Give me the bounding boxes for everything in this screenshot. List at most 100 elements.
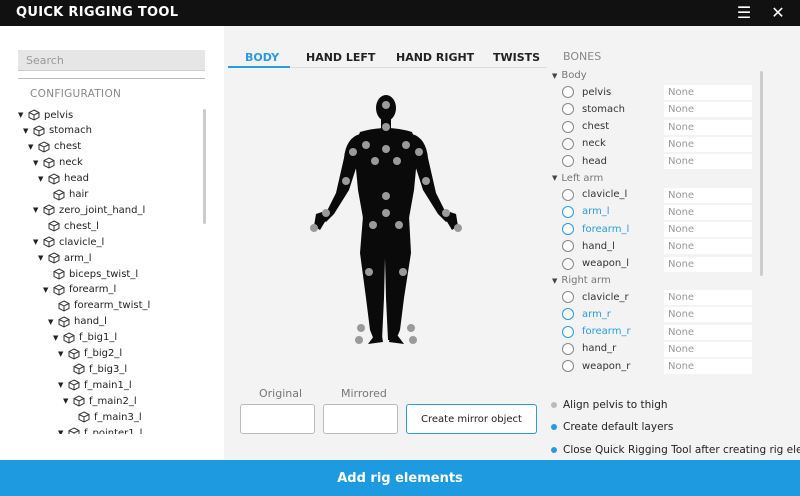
expand-arrow-icon[interactable]: ▼: [33, 159, 43, 167]
expand-arrow-icon[interactable]: ▼: [38, 175, 48, 183]
expand-arrow-icon[interactable]: ▼: [38, 254, 48, 262]
expand-arrow-icon[interactable]: ▼: [43, 286, 53, 294]
tab-hand-right[interactable]: HAND RIGHT: [396, 51, 474, 64]
bone-value-field[interactable]: None: [664, 341, 752, 357]
bone-value-field[interactable]: None: [664, 85, 752, 100]
bone-radio[interactable]: [562, 155, 574, 168]
bone-value-field[interactable]: None: [664, 307, 752, 323]
bone-radio[interactable]: [562, 342, 574, 355]
bone-value-field[interactable]: None: [664, 204, 752, 220]
tree-item-clavicle-l[interactable]: ▼ clavicle_l: [33, 234, 104, 250]
tree-item-pelvis[interactable]: ▼ pelvis: [18, 107, 73, 123]
option-close-tool[interactable]: Close Quick Rigging Tool after creating …: [551, 444, 800, 456]
bone-group-body[interactable]: ▼ Body: [552, 70, 587, 81]
bone-value-field[interactable]: None: [664, 239, 752, 255]
expand-arrow-icon[interactable]: ▼: [28, 143, 38, 151]
tree-item-f-main1-l[interactable]: ▼ f_main1_l: [58, 377, 132, 393]
bone-value-field[interactable]: None: [664, 119, 752, 135]
tree-item-biceps-twist-l[interactable]: biceps_twist_l: [43, 266, 138, 282]
bone-radio[interactable]: [562, 86, 574, 98]
tab-twists[interactable]: TWISTS: [493, 51, 540, 64]
tree-item-f-big2-l[interactable]: ▼ f_big2_l: [58, 346, 122, 362]
expand-arrow-icon[interactable]: ▼: [33, 238, 43, 246]
bone-radio[interactable]: [562, 257, 574, 270]
bone-arm-r[interactable]: arm_r: [562, 306, 611, 322]
option-align-pelvis[interactable]: Align pelvis to thigh: [551, 399, 668, 411]
bone-value-field[interactable]: None: [664, 324, 752, 340]
bone-weapon-l[interactable]: weapon_l: [562, 256, 629, 272]
bone-chest[interactable]: chest: [562, 119, 609, 135]
bone-value-field[interactable]: None: [664, 256, 752, 272]
bone-radio[interactable]: [562, 325, 574, 338]
tree-item-f-big3-l[interactable]: f_big3_l: [63, 361, 127, 377]
bone-value-field[interactable]: None: [664, 154, 752, 170]
menu-icon[interactable]: ☰: [734, 3, 754, 23]
tree-item-f-pointer1-l[interactable]: ▼ f_pointer1_l: [58, 425, 142, 434]
tree-item-neck[interactable]: ▼ neck: [33, 155, 83, 171]
tree-item-f-main2-l[interactable]: ▼ f_main2_l: [63, 393, 137, 409]
tree-item-zero-joint-hand-l[interactable]: ▼ zero_joint_hand_l: [33, 202, 145, 218]
close-icon[interactable]: ✕: [768, 3, 788, 23]
bone-value-field[interactable]: None: [664, 290, 752, 305]
bone-clavicle-l[interactable]: clavicle_l: [562, 187, 627, 203]
bone-value-field[interactable]: None: [664, 187, 752, 203]
tree-item-chest[interactable]: ▼ chest: [28, 139, 81, 155]
expand-arrow-icon[interactable]: ▼: [53, 334, 63, 342]
bone-value-field[interactable]: None: [664, 359, 752, 375]
bone-pelvis[interactable]: pelvis: [562, 84, 611, 100]
expand-arrow-icon[interactable]: ▼: [33, 206, 43, 214]
expand-arrow-icon[interactable]: ▼: [58, 429, 68, 434]
mirrored-field[interactable]: [323, 404, 398, 434]
expand-arrow-icon[interactable]: ▼: [552, 174, 557, 182]
original-field[interactable]: [240, 404, 315, 434]
bones-scrollbar[interactable]: [760, 71, 763, 276]
bone-neck[interactable]: neck: [562, 136, 606, 152]
tree-item-head[interactable]: ▼ head: [38, 171, 89, 187]
bone-hand-l[interactable]: hand_l: [562, 238, 615, 254]
option-create-layers[interactable]: Create default layers: [551, 421, 673, 433]
bone-stomach[interactable]: stomach: [562, 101, 625, 117]
expand-arrow-icon[interactable]: ▼: [23, 127, 33, 135]
expand-arrow-icon[interactable]: ▼: [63, 397, 73, 405]
tree-scrollbar[interactable]: [203, 109, 206, 224]
tree-item-hair[interactable]: hair: [43, 187, 88, 203]
bone-weapon-r[interactable]: weapon_r: [562, 358, 630, 374]
bone-radio[interactable]: [562, 240, 574, 253]
expand-arrow-icon[interactable]: ▼: [552, 72, 557, 80]
bone-radio[interactable]: [562, 137, 574, 150]
tree-item-forearm-twist-l[interactable]: forearm_twist_l: [48, 298, 150, 314]
add-rig-elements-button[interactable]: Add rig elements: [0, 460, 800, 496]
expand-arrow-icon[interactable]: ▼: [552, 277, 557, 285]
expand-arrow-icon[interactable]: ▼: [58, 350, 68, 358]
create-mirror-button[interactable]: Create mirror object: [406, 404, 537, 434]
bone-value-field[interactable]: None: [664, 222, 752, 238]
tree-item-stomach[interactable]: ▼ stomach: [23, 123, 92, 139]
tree-item-f-main3-l[interactable]: f_main3_l: [68, 409, 142, 425]
tree-item-arm-l[interactable]: ▼ arm_l: [38, 250, 92, 266]
bone-radio[interactable]: [562, 120, 574, 133]
tab-body[interactable]: BODY: [245, 51, 279, 64]
bone-radio[interactable]: [562, 103, 574, 116]
bone-group-left-arm[interactable]: ▼ Left arm: [552, 173, 603, 184]
search-input[interactable]: [18, 50, 205, 71]
tree-item-forearm-l[interactable]: ▼ forearm_l: [43, 282, 116, 298]
tree-item-f-big1-l[interactable]: ▼ f_big1_l: [53, 330, 117, 346]
expand-arrow-icon[interactable]: ▼: [18, 111, 28, 119]
bone-hand-r[interactable]: hand_r: [562, 341, 616, 357]
bone-value-field[interactable]: None: [664, 136, 752, 152]
bone-clavicle-r[interactable]: clavicle_r: [562, 289, 629, 305]
tree-item-chest-l[interactable]: chest_l: [38, 218, 99, 234]
bone-radio[interactable]: [562, 205, 574, 218]
bone-radio[interactable]: [562, 308, 574, 321]
bone-head[interactable]: head: [562, 153, 607, 169]
bone-radio[interactable]: [562, 291, 574, 303]
bone-radio[interactable]: [562, 223, 574, 236]
bone-arm-l[interactable]: arm_l: [562, 204, 610, 220]
bone-value-field[interactable]: None: [664, 102, 752, 118]
bone-group-right-arm[interactable]: ▼ Right arm: [552, 275, 611, 286]
expand-arrow-icon[interactable]: ▼: [48, 318, 58, 326]
bone-forearm-r[interactable]: forearm_r: [562, 324, 631, 340]
bone-radio[interactable]: [562, 188, 574, 201]
tree-item-hand-l[interactable]: ▼ hand_l: [48, 314, 107, 330]
expand-arrow-icon[interactable]: ▼: [58, 381, 68, 389]
